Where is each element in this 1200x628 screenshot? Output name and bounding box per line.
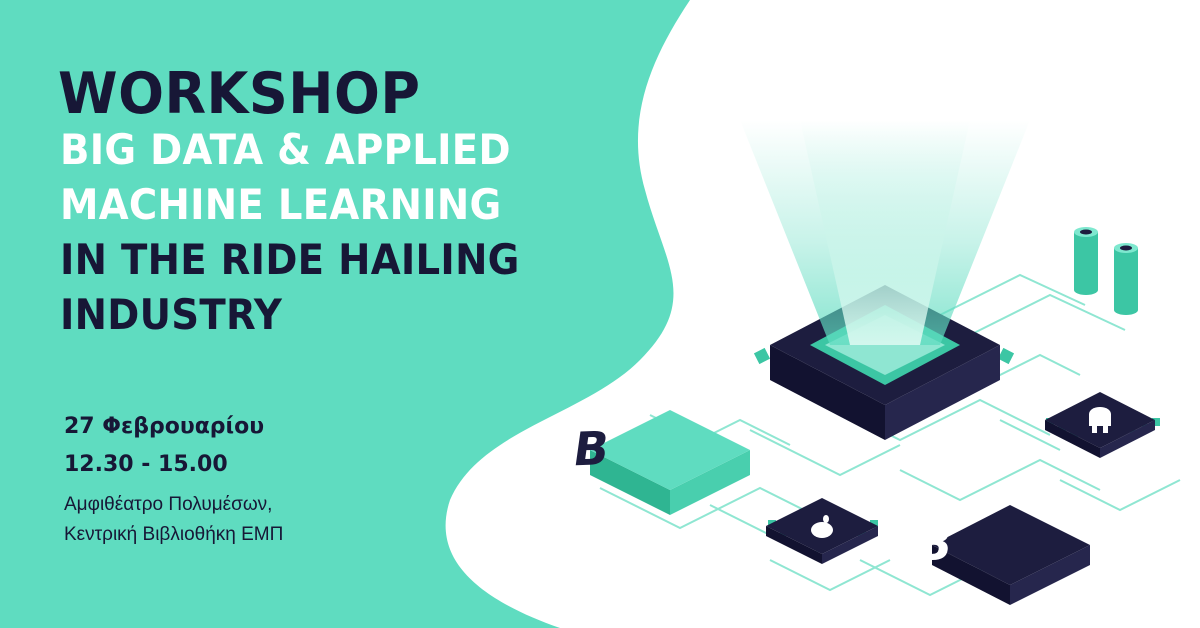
chip-illustration: B B [570, 120, 1181, 605]
event-date: 27 Φεβρουαρίου [64, 414, 265, 439]
event-venue-line-2: Κεντρική Βιβλιοθήκη ΕΜΠ [64, 524, 284, 545]
event-venue-line-1: Αμφιθέατρο Πολυμέσων, [64, 494, 273, 515]
headline-line-4: INDUSTRY [60, 290, 283, 339]
workshop-banner: WORKSHOP BIG DATA & APPLIED MACHINE LEAR… [0, 0, 1200, 628]
apple-icon [766, 498, 878, 564]
headline-line-1: BIG DATA & APPLIED [60, 125, 511, 174]
event-details: 27 Φεβρουαρίου 12.30 - 15.00 Αμφιθέατρο … [64, 408, 484, 550]
svg-text:B: B [911, 516, 955, 572]
headline-line-3: IN THE RIDE HAILING [60, 235, 520, 284]
headline-line-2: MACHINE LEARNING [60, 180, 502, 229]
android-icon [1045, 392, 1160, 458]
beat-logo-icon: B [570, 410, 750, 515]
headline-title: WORKSHOP [58, 59, 421, 127]
headline-block: WORKSHOP BIG DATA & APPLIED MACHINE LEAR… [58, 59, 620, 342]
sensor-cylinder-icon [1074, 227, 1138, 315]
event-time: 12.30 - 15.00 [64, 452, 228, 477]
